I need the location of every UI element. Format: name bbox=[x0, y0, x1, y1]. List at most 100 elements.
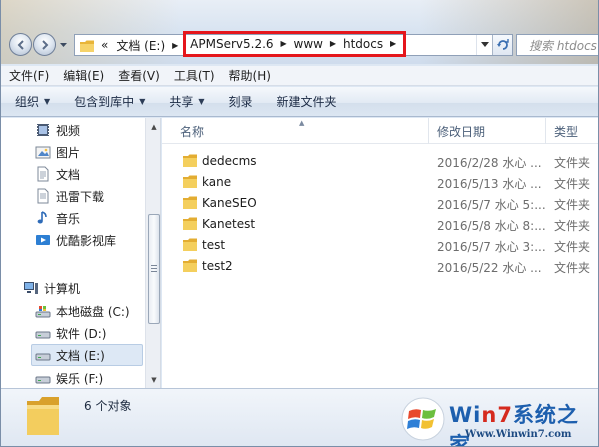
file-type: 文件夹 bbox=[554, 240, 591, 254]
nav-item-documents[interactable]: 文档 bbox=[35, 163, 160, 185]
file-name: KaneSEO bbox=[202, 196, 257, 210]
item-count: 6 个对象 bbox=[84, 399, 132, 413]
command-bar: 组织 ▼ 包含到库中 ▼ 共享 ▼ 刻录 新建文件夹 bbox=[1, 87, 598, 117]
file-row[interactable]: Kanetest 2016/5/8 水心 8:... 文件夹 bbox=[162, 214, 598, 235]
nav-item-label: 音乐 bbox=[56, 211, 81, 226]
organize-label: 组织 bbox=[15, 95, 40, 109]
organize-button[interactable]: 组织 ▼ bbox=[15, 93, 50, 110]
explorer-window: « 文档 (E:) ▶ APMServ5.2.6 ▶ www ▶ htdocs … bbox=[0, 0, 599, 447]
file-date: 2016/5/22 水心 ... bbox=[437, 261, 542, 275]
share-button[interactable]: 共享 ▼ bbox=[169, 93, 204, 110]
nav-item-videos[interactable]: 视频 bbox=[35, 119, 160, 141]
include-in-library-button[interactable]: 包含到库中 ▼ bbox=[74, 93, 145, 110]
breadcrumb-root[interactable]: 文档 (E:) bbox=[114, 37, 167, 54]
nav-item-label: 视频 bbox=[56, 123, 81, 138]
share-label: 共享 bbox=[169, 95, 194, 109]
file-row[interactable]: dedecms 2016/2/28 水心 ... 文件夹 bbox=[162, 151, 598, 172]
file-name: kane bbox=[202, 175, 232, 189]
breadcrumb-chevron-icon[interactable]: ▶ bbox=[328, 39, 338, 49]
folder-icon bbox=[183, 175, 197, 188]
nav-item-drive-c[interactable]: 本地磁盘 (C:) bbox=[35, 300, 160, 322]
nav-item-computer[interactable]: 计算机 bbox=[23, 277, 160, 299]
file-date: 2016/2/28 水心 ... bbox=[437, 156, 542, 170]
file-name: Kanetest bbox=[202, 217, 256, 231]
column-name[interactable]: 名称 bbox=[180, 123, 204, 140]
back-button[interactable] bbox=[9, 33, 32, 56]
nav-pane-scrollbar[interactable]: ▲ ▼ bbox=[145, 118, 160, 388]
address-bar[interactable]: « 文档 (E:) ▶ APMServ5.2.6 ▶ www ▶ htdocs … bbox=[74, 30, 513, 57]
search-input[interactable]: 搜索 htdocs bbox=[516, 34, 598, 56]
nav-item-drive-d[interactable]: 软件 (D:) bbox=[35, 322, 160, 344]
download-icon bbox=[35, 188, 51, 204]
recent-pages-chevron-icon[interactable] bbox=[59, 41, 68, 49]
nav-item-pictures[interactable]: 图片 bbox=[35, 141, 160, 163]
scrollbar-thumb[interactable] bbox=[148, 214, 160, 324]
nav-item-music[interactable]: 音乐 bbox=[35, 207, 160, 229]
file-name: dedecms bbox=[202, 154, 257, 168]
column-date-modified[interactable]: 修改日期 bbox=[437, 123, 485, 140]
column-divider[interactable] bbox=[428, 118, 429, 144]
column-type[interactable]: 类型 bbox=[554, 123, 578, 140]
breadcrumb-apmserv[interactable]: APMServ5.2.6 bbox=[188, 37, 275, 51]
breadcrumb-chevron-icon[interactable]: ▶ bbox=[170, 40, 180, 50]
video-icon bbox=[35, 122, 51, 138]
details-pane: 6 个对象 Win7系统之家 Www.Winwin7.com bbox=[1, 388, 598, 446]
arrow-left-icon bbox=[17, 39, 24, 50]
drive-icon bbox=[35, 347, 51, 363]
breadcrumb-htdocs[interactable]: htdocs bbox=[341, 37, 385, 51]
menu-file[interactable]: 文件(F) bbox=[9, 67, 49, 84]
include-in-library-label: 包含到库中 bbox=[74, 95, 135, 109]
nav-item-youku-library[interactable]: 优酷影视库 bbox=[35, 229, 160, 251]
file-date: 2016/5/7 水心 5:... bbox=[437, 198, 546, 212]
file-name: test2 bbox=[202, 259, 233, 273]
nav-item-label: 计算机 bbox=[44, 281, 81, 296]
scroll-up-icon[interactable]: ▲ bbox=[148, 121, 160, 133]
highlighted-path-box: APMServ5.2.6 ▶ www ▶ htdocs ▶ bbox=[183, 30, 407, 57]
file-date: 2016/5/8 水心 8:... bbox=[437, 219, 546, 233]
file-name: test bbox=[202, 238, 226, 252]
file-date: 2016/5/13 水心 ... bbox=[437, 177, 542, 191]
refresh-button[interactable] bbox=[492, 35, 512, 55]
nav-item-label: 软件 (D:) bbox=[56, 326, 107, 341]
chevron-down-icon: ▼ bbox=[44, 97, 51, 106]
folder-icon bbox=[183, 196, 197, 209]
navigation-pane: 视频 图片 文档 迅雷下载 音乐 优酷影视库 计算机 本地磁盘 (C:) 软件 … bbox=[1, 118, 161, 388]
breadcrumb-www[interactable]: www bbox=[292, 37, 325, 51]
computer-icon bbox=[23, 280, 39, 296]
menu-edit[interactable]: 编辑(E) bbox=[63, 67, 104, 84]
nav-item-drive-e[interactable]: 文档 (E:) bbox=[31, 344, 143, 366]
watermark-logo: Win7系统之家 Www.Winwin7.com bbox=[399, 395, 598, 446]
file-type: 文件夹 bbox=[554, 177, 591, 191]
nav-item-drive-f[interactable]: 娱乐 (F:) bbox=[35, 367, 160, 388]
address-overflow-icon[interactable]: « bbox=[99, 38, 110, 52]
large-folder-icon bbox=[27, 397, 59, 435]
file-date: 2016/5/7 水心 3:... bbox=[437, 240, 546, 254]
column-header: ▲ 名称 修改日期 类型 bbox=[162, 118, 598, 144]
windows-flag-icon bbox=[401, 397, 445, 441]
nav-item-label: 迅雷下载 bbox=[56, 189, 105, 204]
breadcrumb-chevron-icon[interactable]: ▶ bbox=[388, 39, 398, 49]
chevron-down-icon: ▼ bbox=[139, 97, 146, 106]
burn-button[interactable]: 刻录 bbox=[229, 93, 253, 110]
burn-label: 刻录 bbox=[228, 95, 253, 109]
file-row[interactable]: test 2016/5/7 水心 3:... 文件夹 bbox=[162, 235, 598, 256]
folder-icon bbox=[183, 154, 197, 167]
breadcrumb-chevron-icon[interactable]: ▶ bbox=[279, 39, 289, 49]
navigation-bar: « 文档 (E:) ▶ APMServ5.2.6 ▶ www ▶ htdocs … bbox=[1, 30, 598, 60]
document-icon bbox=[35, 166, 51, 182]
new-folder-button[interactable]: 新建文件夹 bbox=[277, 93, 337, 110]
scroll-down-icon[interactable]: ▼ bbox=[148, 374, 160, 386]
file-row[interactable]: test2 2016/5/22 水心 ... 文件夹 bbox=[162, 256, 598, 277]
menu-help[interactable]: 帮助(H) bbox=[229, 67, 271, 84]
file-type: 文件夹 bbox=[554, 261, 591, 275]
column-divider[interactable] bbox=[545, 118, 546, 144]
menu-view[interactable]: 查看(V) bbox=[118, 67, 160, 84]
file-row[interactable]: KaneSEO 2016/5/7 水心 5:... 文件夹 bbox=[162, 193, 598, 214]
folder-icon bbox=[183, 259, 197, 272]
address-history-chevron-icon[interactable] bbox=[476, 35, 492, 55]
file-row[interactable]: kane 2016/5/13 水心 ... 文件夹 bbox=[162, 172, 598, 193]
nav-item-thunder-downloads[interactable]: 迅雷下载 bbox=[35, 185, 160, 207]
menu-tools[interactable]: 工具(T) bbox=[174, 67, 215, 84]
forward-button[interactable] bbox=[33, 33, 56, 56]
nav-item-label: 文档 (E:) bbox=[56, 348, 105, 363]
